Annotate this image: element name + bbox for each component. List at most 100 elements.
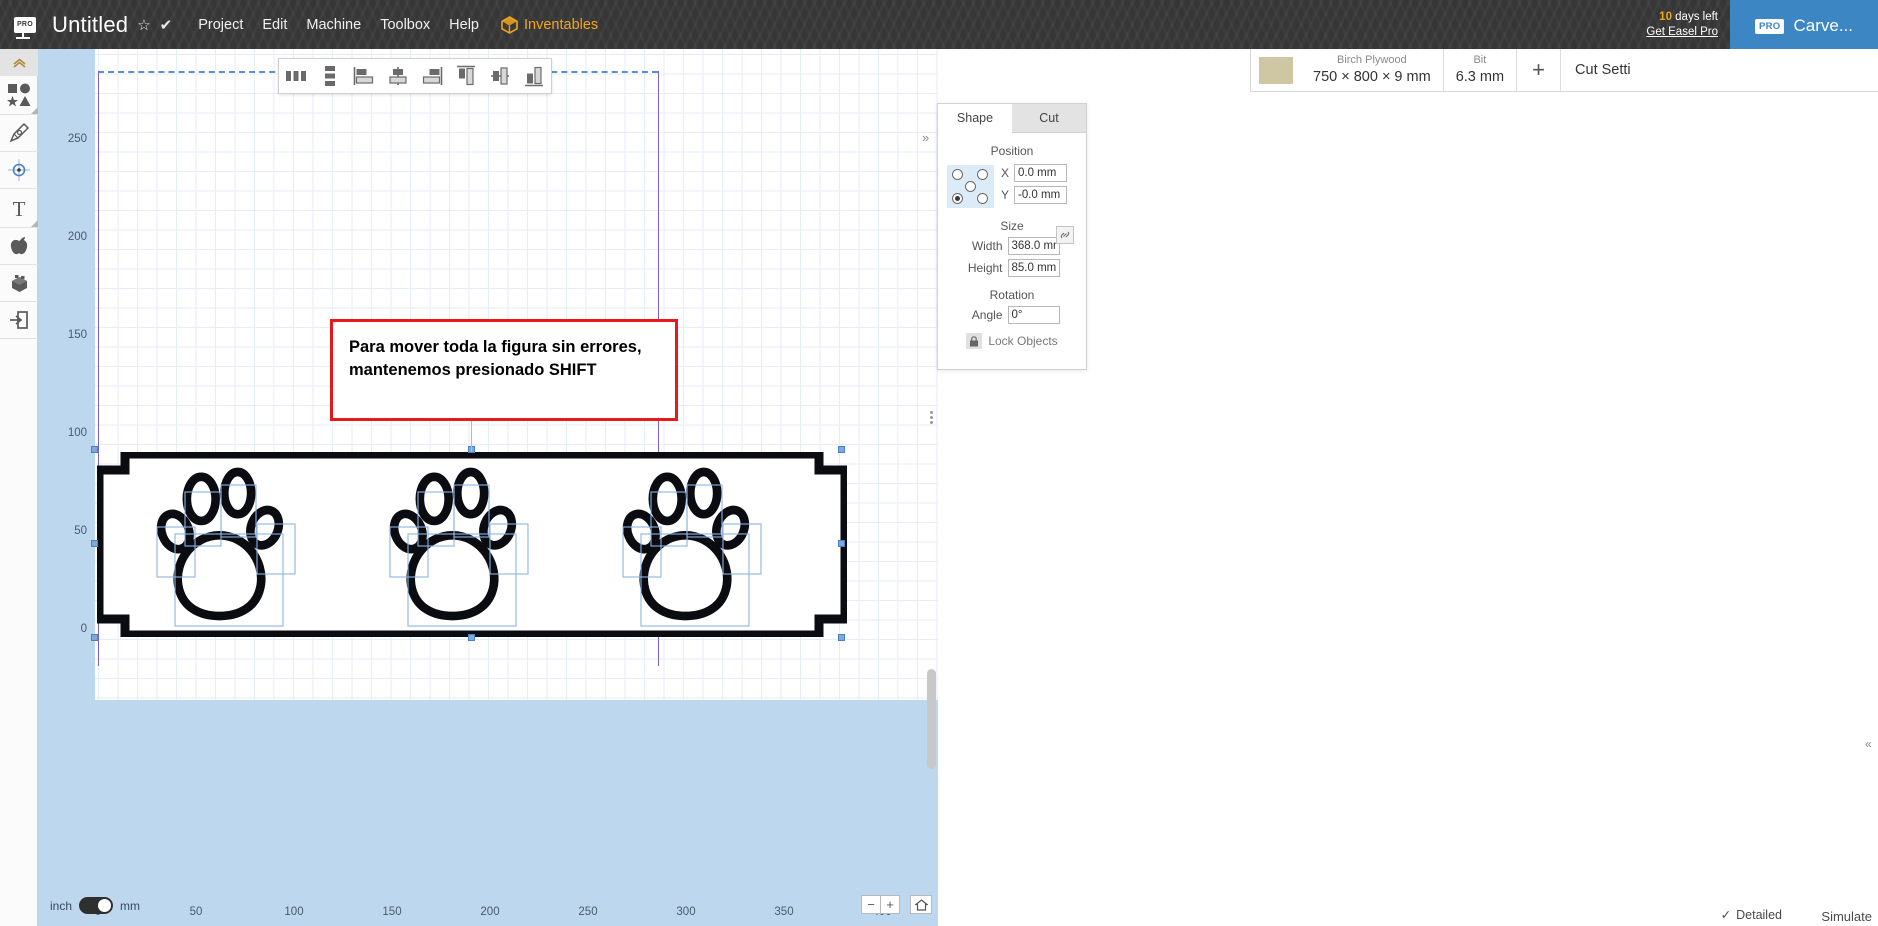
canvas-vertical-scrollbar[interactable]: [927, 669, 936, 769]
apps-apple-icon[interactable]: [0, 228, 38, 265]
width-input[interactable]: [1007, 237, 1060, 255]
position-section-title: Position: [990, 144, 1034, 158]
preview-collapse-chevron-icon[interactable]: «: [1865, 737, 1874, 753]
distribute-horizontal-button[interactable]: [279, 59, 313, 93]
align-toolbar: [278, 58, 552, 94]
anchor-top-left[interactable]: [952, 168, 963, 180]
import-icon[interactable]: [0, 302, 38, 339]
design-board-shape[interactable]: [91, 400, 850, 641]
tab-shape[interactable]: Shape: [938, 104, 1012, 133]
width-label: Width: [971, 239, 1003, 253]
height-input[interactable]: [1007, 259, 1060, 277]
align-left-button[interactable]: [347, 59, 381, 93]
carve-button[interactable]: PRO Carve...: [1730, 0, 1878, 49]
easel-logo-text: PRO: [14, 16, 36, 33]
annotation-text: Para mover toda la figura sin errores, m…: [349, 338, 642, 380]
angle-label: Angle: [971, 308, 1003, 322]
units-toggle-switch[interactable]: [79, 897, 114, 914]
horizontal-ruler: 0 50 100 150 200 250 300 350 400: [38, 700, 938, 926]
simulate-button[interactable]: Simulate: [1821, 909, 1872, 924]
menu-item-project[interactable]: Project: [198, 17, 243, 33]
panel-collapse-chevron-icon[interactable]: »: [922, 130, 929, 145]
menu-item-machine[interactable]: Machine: [306, 17, 361, 33]
page-title[interactable]: Untitled: [52, 12, 128, 38]
svg-text:T: T: [13, 197, 26, 219]
align-top-button[interactable]: [449, 59, 483, 93]
tab-cut[interactable]: Cut: [1012, 104, 1086, 133]
unit-inch-label: inch: [50, 898, 73, 913]
link-aspect-ratio-icon[interactable]: [1056, 226, 1074, 244]
angle-input[interactable]: [1007, 306, 1060, 324]
header-right-group: 10 days left Get Easel Pro PRO Carve...: [1646, 0, 1878, 49]
zoom-controls: − +: [861, 895, 900, 914]
align-middle-button[interactable]: [483, 59, 517, 93]
pen-tool-icon[interactable]: [0, 115, 38, 152]
center-target-icon[interactable]: [0, 152, 38, 189]
design-canvas[interactable]: 250 200 150 100 50 0 0 50 100 150 200 25…: [38, 49, 938, 926]
star-outline-icon[interactable]: ☆: [137, 16, 150, 34]
trial-status: 10 days left Get Easel Pro: [1646, 0, 1730, 49]
align-center-button[interactable]: [381, 59, 415, 93]
left-toolbar: T: [0, 49, 38, 926]
units-toggle-group[interactable]: inch mm: [50, 897, 140, 914]
material-color-swatch[interactable]: [1259, 56, 1293, 84]
anchor-selector[interactable]: [947, 164, 994, 208]
three-d-object-icon[interactable]: [0, 265, 38, 302]
ruler-h-tick: 250: [578, 906, 598, 918]
easel-pro-logo[interactable]: PRO: [12, 11, 38, 39]
trial-days-text: 10 days left: [1659, 10, 1718, 24]
resize-handle-ne[interactable]: [838, 446, 845, 453]
align-bottom-button[interactable]: [517, 59, 551, 93]
align-right-button[interactable]: [415, 59, 449, 93]
cut-settings-button[interactable]: Cut Setti: [1561, 49, 1645, 91]
annotation-callout: Para mover toda la figura sin errores, m…: [330, 319, 678, 421]
ruler-h-tick: 300: [676, 906, 696, 918]
detailed-check-icon: ✓: [1720, 908, 1732, 922]
menu-item-help[interactable]: Help: [449, 17, 479, 33]
y-input[interactable]: [1014, 186, 1067, 204]
detailed-toggle[interactable]: ✓ Detailed: [1720, 907, 1782, 923]
anchor-bottom-left[interactable]: [952, 192, 963, 204]
zoom-in-button[interactable]: +: [880, 895, 900, 914]
resize-handle-sw[interactable]: [91, 634, 98, 641]
distribute-vertical-button[interactable]: [313, 59, 347, 93]
check-icon[interactable]: ✔: [160, 16, 173, 34]
shapes-more-corner: [31, 107, 38, 114]
rotation-section-title: Rotation: [989, 288, 1035, 302]
trial-days-count: 10: [1659, 11, 1672, 24]
zoom-out-button[interactable]: −: [861, 895, 881, 914]
resize-handle-w[interactable]: [91, 540, 98, 547]
ruler-h-tick: 350: [774, 906, 794, 918]
resize-handle-se[interactable]: [838, 634, 845, 641]
padlock-icon: [966, 333, 983, 349]
get-easel-pro-link[interactable]: Get Easel Pro: [1646, 25, 1718, 39]
text-tool-icon[interactable]: T: [0, 189, 38, 228]
carve-button-label: Carve...: [1793, 16, 1854, 35]
panel-resize-grip[interactable]: [927, 405, 936, 429]
lock-objects-label: Lock Objects: [988, 334, 1058, 348]
anchor-center[interactable]: [965, 180, 976, 192]
shape-properties-panel: Shape Cut Position X Y Size Width Height: [937, 103, 1087, 370]
zoom-fit-home-button[interactable]: [910, 895, 932, 914]
resize-handle-nw[interactable]: [91, 446, 98, 453]
main-menu: Project Edit Machine Toolbox Help: [198, 17, 479, 33]
bit-cell[interactable]: Bit 6.3 mm: [1444, 49, 1518, 91]
shapes-icon[interactable]: [0, 76, 38, 115]
menu-item-toolbox[interactable]: Toolbox: [380, 17, 430, 33]
add-bit-button[interactable]: +: [1517, 49, 1562, 91]
lock-objects-button[interactable]: Lock Objects: [938, 333, 1086, 349]
detailed-label: Detailed: [1736, 907, 1782, 922]
collapse-chevron-icon[interactable]: [0, 49, 38, 76]
y-field-row: Y: [1000, 186, 1067, 204]
resize-handle-s[interactable]: [468, 634, 475, 641]
anchor-top-right[interactable]: [977, 168, 988, 180]
x-input[interactable]: [1014, 164, 1067, 182]
inventables-link[interactable]: Inventables: [501, 15, 598, 34]
toggle-knob: [98, 899, 112, 912]
inventables-cube-icon: [501, 15, 518, 34]
material-cell[interactable]: Birch Plywood 750 × 800 × 9 mm: [1301, 49, 1444, 91]
menu-item-edit[interactable]: Edit: [262, 17, 287, 33]
ruler-v-tick: 0: [80, 623, 87, 635]
anchor-bottom-right[interactable]: [977, 192, 988, 204]
resize-handle-e[interactable]: [838, 540, 845, 547]
